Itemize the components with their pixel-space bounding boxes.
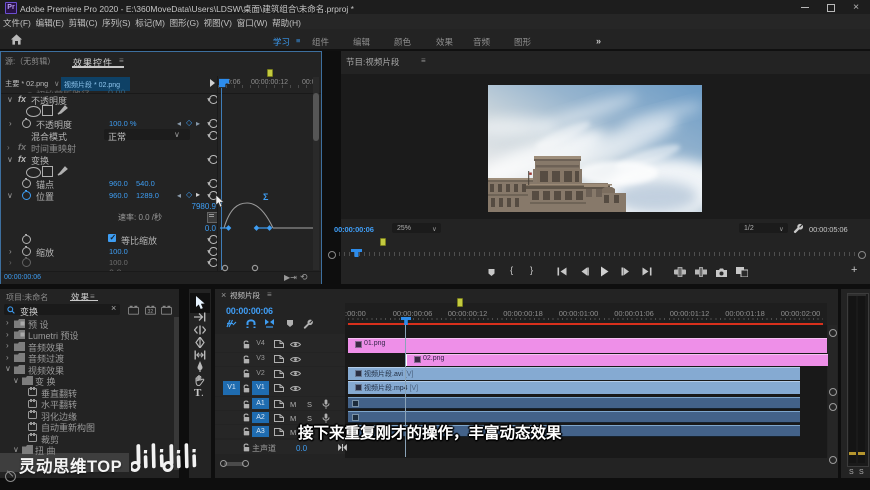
svg-text:32: 32 <box>148 309 154 315</box>
